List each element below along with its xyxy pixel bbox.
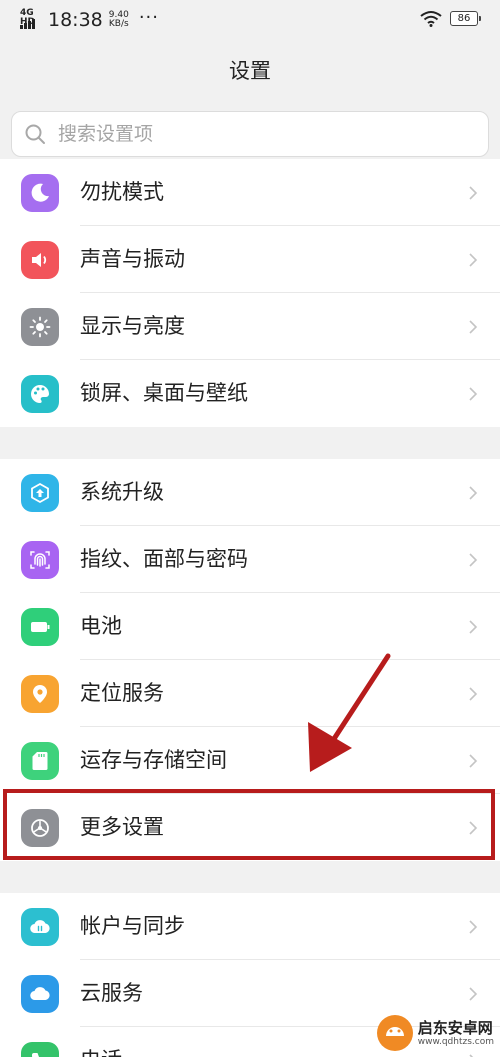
settings-item-wallpaper[interactable]: 锁屏、桌面与壁纸 xyxy=(0,360,500,427)
chevron-right-icon xyxy=(469,319,478,334)
settings-item-storage[interactable]: 运存与存储空间 xyxy=(0,727,500,794)
chevron-right-icon xyxy=(469,252,478,267)
settings-item-label: 云服务 xyxy=(80,981,143,1005)
settings-item-label: 定位服务 xyxy=(80,681,164,705)
clock: 18:38 xyxy=(48,9,103,31)
settings-item-label: 显示与亮度 xyxy=(80,314,185,338)
chevron-right-icon xyxy=(469,552,478,567)
location-icon xyxy=(21,674,59,713)
search-bar[interactable] xyxy=(11,111,489,157)
more-notifications-icon: ··· xyxy=(138,6,159,28)
search-input[interactable] xyxy=(56,122,460,146)
page-title: 设置 xyxy=(229,59,271,83)
network-speed: 9.40 KB/s xyxy=(109,11,129,29)
settings-item-accounts-sync[interactable]: 帐户与同步 xyxy=(0,893,500,960)
settings-item-label: 锁屏、桌面与壁纸 xyxy=(80,381,248,405)
chevron-right-icon xyxy=(469,753,478,768)
wifi-icon xyxy=(420,11,442,27)
watermark-name: 启东安卓网 xyxy=(417,1019,493,1037)
cloud-icon xyxy=(21,974,59,1013)
chevron-right-icon xyxy=(469,185,478,200)
settings-item-label: 电池 xyxy=(80,614,122,638)
settings-item-label: 运存与存储空间 xyxy=(80,748,227,772)
chevron-right-icon xyxy=(469,619,478,634)
settings-item-fingerprint[interactable]: 指纹、面部与密码 xyxy=(0,526,500,593)
speed-unit: KB/s xyxy=(108,19,129,29)
phone-icon xyxy=(21,1041,59,1057)
settings-item-system-upgrade[interactable]: 系统升级 xyxy=(0,459,500,526)
settings-item-label: 指纹、面部与密码 xyxy=(80,547,248,571)
settings-item-display[interactable]: 显示与亮度 xyxy=(0,293,500,360)
settings-item-battery[interactable]: 电池 xyxy=(0,593,500,660)
fingerprint-icon xyxy=(21,540,59,579)
settings-item-label: 电话 xyxy=(80,1027,122,1057)
settings-item-do-not-disturb[interactable]: 勿扰模式 xyxy=(0,159,500,226)
settings-group-1: 勿扰模式 声音与振动 显示与亮度 锁屏、桌面与壁纸 xyxy=(0,159,500,427)
palette-icon xyxy=(21,374,59,413)
search-icon xyxy=(25,124,45,144)
chevron-right-icon xyxy=(469,686,478,701)
settings-item-label: 勿扰模式 xyxy=(80,180,164,204)
speaker-icon xyxy=(21,240,59,279)
chevron-right-icon xyxy=(469,919,478,934)
upgrade-icon xyxy=(21,473,59,512)
chevron-right-icon xyxy=(469,485,478,500)
battery-indicator: 86 xyxy=(450,11,481,26)
battery-icon xyxy=(21,607,59,646)
moon-icon xyxy=(21,173,59,212)
settings-item-label: 声音与振动 xyxy=(80,247,185,271)
watermark-logo-icon xyxy=(376,1015,413,1051)
settings-item-label: 系统升级 xyxy=(80,480,164,504)
chevron-right-icon xyxy=(469,386,478,401)
settings-item-label: 帐户与同步 xyxy=(80,914,185,938)
signal-icon: 4G HD xyxy=(20,9,46,31)
page-header: 设置 xyxy=(0,40,500,102)
sun-icon xyxy=(21,307,59,346)
chevron-right-icon xyxy=(469,986,478,1001)
settings-item-location[interactable]: 定位服务 xyxy=(0,660,500,727)
status-bar: 4G HD 18:38 9.40 KB/s ··· 86 xyxy=(0,0,500,40)
chevron-right-icon xyxy=(469,1053,474,1057)
watermark: 启东安卓网 www.qdhtzs.com xyxy=(376,1013,494,1053)
settings-item-sound[interactable]: 声音与振动 xyxy=(0,226,500,293)
watermark-url: www.qdhtzs.com xyxy=(417,1037,494,1047)
sdcard-icon xyxy=(21,741,59,780)
cloud-sync-icon xyxy=(21,907,59,946)
annotation-highlight-box xyxy=(3,789,495,860)
